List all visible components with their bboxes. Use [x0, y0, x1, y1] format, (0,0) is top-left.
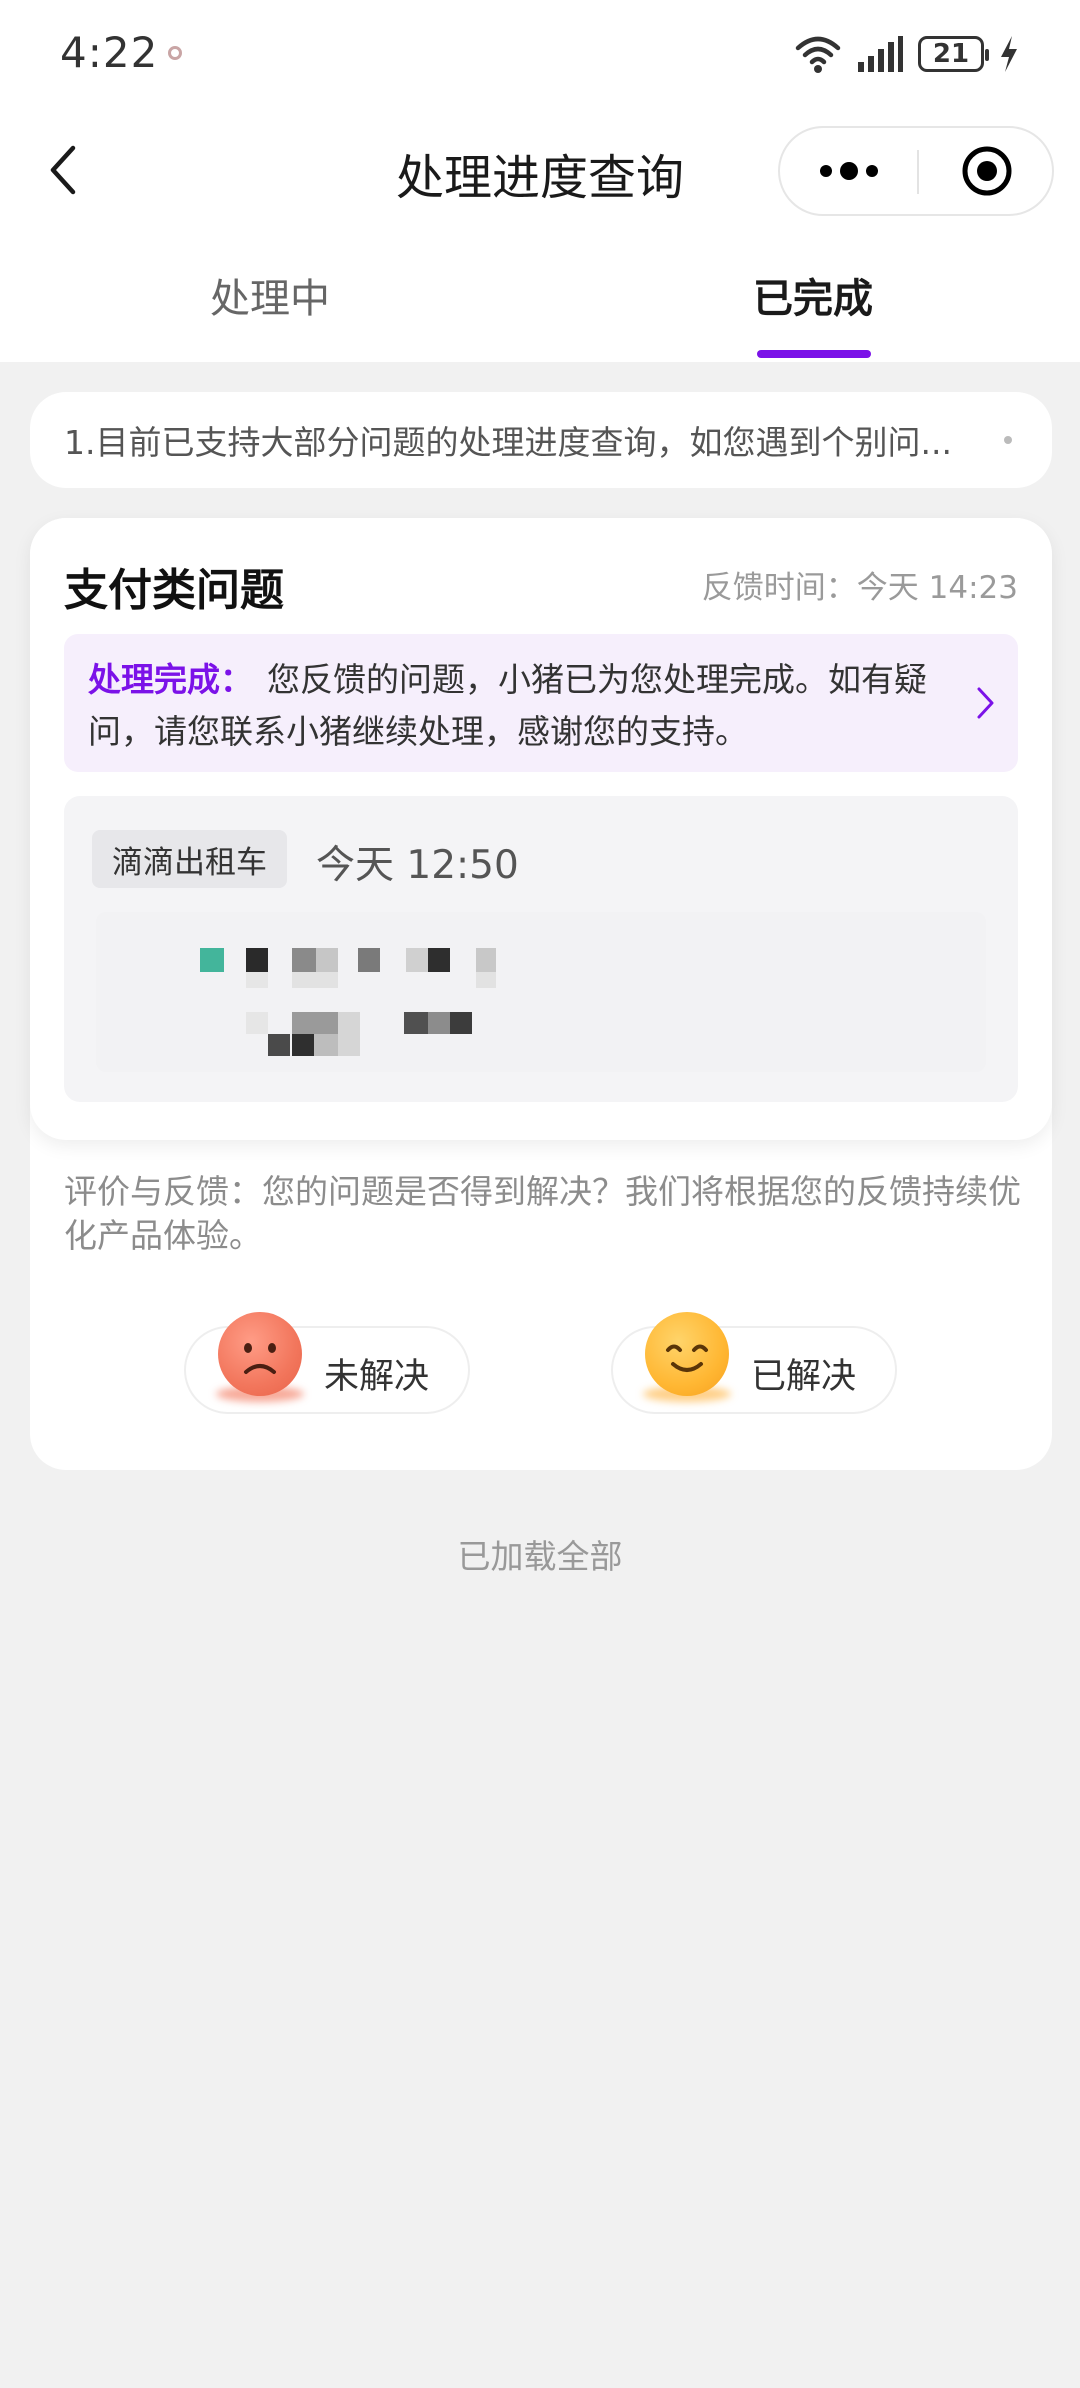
order-info: 滴滴出租车 今天 12:50 — [64, 796, 1018, 1102]
issue-card-detail[interactable]: 支付类问题 反馈时间：今天 14:23 处理完成： 您反馈的问题，小猪已为您处理完… — [30, 518, 1052, 1140]
notification-dot-icon — [168, 46, 182, 60]
result-box[interactable]: 处理完成： 您反馈的问题，小猪已为您处理完成。如有疑问，请您联系小猪继续处理，感谢… — [64, 634, 1018, 772]
chevron-right-icon — [977, 687, 994, 719]
miniprogram-capsule — [778, 126, 1054, 216]
issue-card: 支付类问题 反馈时间：今天 14:23 处理完成： 您反馈的问题，小猪已为您处理完… — [30, 518, 1052, 1470]
target-icon — [962, 146, 1011, 196]
result-label: 处理完成： — [88, 660, 253, 699]
redacted-route-mosaic — [96, 912, 986, 1072]
unresolved-label: 未解决 — [324, 1357, 430, 1397]
tab-completed[interactable]: 已完成 — [693, 266, 933, 324]
notice-arrow-icon — [1004, 436, 1012, 444]
more-button[interactable] — [780, 128, 917, 214]
tab-bar: 处理中 已完成 — [0, 236, 1080, 362]
resolved-button[interactable]: 已解决 — [611, 1312, 897, 1414]
service-chip: 滴滴出租车 — [92, 830, 287, 888]
status-bar: 4:22 21 — [0, 0, 1080, 112]
wifi-icon — [795, 36, 841, 73]
resolved-label: 已解决 — [751, 1357, 857, 1397]
load-complete-text: 已加载全部 — [457, 1537, 623, 1576]
unresolved-button[interactable]: 未解决 — [184, 1312, 470, 1414]
signal-icon — [858, 36, 903, 72]
order-time: 今天 12:50 — [316, 843, 519, 888]
charging-icon — [1001, 36, 1017, 72]
notice-text: 1.目前已支持大部分问题的处理进度查询，如您遇到个别问... — [64, 423, 952, 462]
feedback-time: 反馈时间：今天 14:23 — [701, 570, 1018, 606]
sad-face-icon — [218, 1312, 302, 1396]
happy-face-icon — [645, 1312, 729, 1396]
tab-processing[interactable]: 处理中 — [150, 266, 390, 324]
nav-bar: 处理进度查询 — [0, 112, 1080, 236]
status-icons: 21 — [794, 32, 1020, 76]
status-time: 4:22 — [60, 28, 159, 77]
active-tab-indicator — [757, 350, 871, 358]
notice-banner[interactable]: 1.目前已支持大部分问题的处理进度查询，如您遇到个别问... — [30, 392, 1052, 488]
close-miniprogram-button[interactable] — [919, 128, 1054, 214]
rating-tip: 评价与反馈：您的问题是否得到解决？我们将根据您的反馈持续优化产品体验。 — [64, 1172, 1021, 1255]
battery-icon: 21 — [918, 36, 989, 72]
battery-level: 21 — [932, 39, 970, 69]
issue-title: 支付类问题 — [64, 565, 284, 616]
